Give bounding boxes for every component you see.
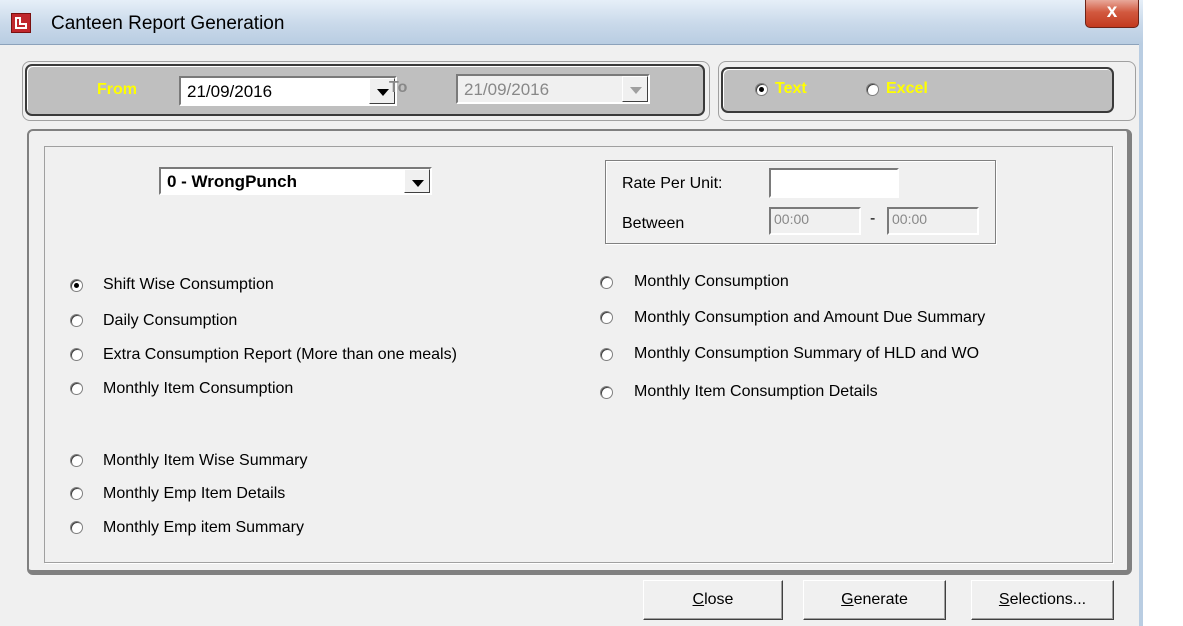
between-dash: - [870,210,876,227]
app-icon [11,13,31,33]
report-label-monthly-consumption-hld-wo[interactable]: Monthly Consumption Summary of HLD and W… [634,345,979,363]
between-label: Between [622,215,685,232]
excel-format-radio[interactable] [866,83,879,96]
close-button[interactable]: Close [643,580,783,620]
from-date-picker[interactable]: 21/09/2016 [179,76,397,106]
selections-button[interactable]: Selections... [971,580,1114,620]
report-radio-monthly-consumption-hld-wo[interactable] [600,348,613,361]
between-from-time-input[interactable]: 00:00 [769,207,861,235]
report-label-monthly-item-wise-summary[interactable]: Monthly Item Wise Summary [103,452,307,470]
generate-button-label: Generate [841,591,908,608]
from-date-value: 21/09/2016 [187,82,273,101]
text-format-label[interactable]: Text [775,80,807,98]
generate-button[interactable]: Generate [803,580,946,620]
text-format-radio[interactable] [755,83,768,96]
from-label: From [97,81,137,98]
to-label: To [389,79,408,96]
close-icon: x [1106,1,1118,22]
report-radio-monthly-item-consumption[interactable] [70,382,83,395]
report-radio-monthly-emp-item-details[interactable] [70,487,83,500]
report-label-monthly-item-consumption[interactable]: Monthly Item Consumption [103,380,293,398]
report-label-daily-consumption[interactable]: Daily Consumption [103,312,237,330]
report-radio-shift-wise-consumption[interactable] [70,279,83,292]
report-label-monthly-consumption-amount-due[interactable]: Monthly Consumption and Amount Due Summa… [634,309,985,327]
selections-button-label: Selections... [998,591,1087,608]
rate-per-unit-input[interactable] [769,168,899,198]
report-label-monthly-consumption[interactable]: Monthly Consumption [634,273,789,291]
output-format-group: Text Excel [721,67,1114,113]
between-from-time-value: 00:00 [774,211,810,227]
window-frame [1139,44,1143,626]
excel-format-label[interactable]: Excel [886,80,928,98]
report-radio-monthly-consumption[interactable] [600,276,613,289]
punch-type-select[interactable]: 0 - WrongPunch [159,167,432,195]
chevron-down-icon[interactable] [404,169,430,193]
report-label-shift-wise-consumption[interactable]: Shift Wise Consumption [103,276,274,294]
between-to-time-input[interactable]: 00:00 [887,207,979,235]
window-title: Canteen Report Generation [51,13,285,34]
report-radio-extra-consumption[interactable] [70,348,83,361]
close-button-label: Close [692,591,734,608]
punch-type-value: 0 - WrongPunch [167,172,298,191]
report-radio-monthly-item-consumption-details[interactable] [600,386,613,399]
report-radio-monthly-emp-item-summary[interactable] [70,521,83,534]
report-label-monthly-item-consumption-details[interactable]: Monthly Item Consumption Details [634,383,878,401]
window-close-button[interactable]: x [1085,0,1139,28]
rate-per-unit-label: Rate Per Unit: [622,175,723,192]
date-range-group: From 21/09/2016 To 21/09/2016 [25,64,705,116]
to-date-value: 21/09/2016 [464,80,550,99]
report-label-monthly-emp-item-summary[interactable]: Monthly Emp item Summary [103,519,304,537]
to-date-picker[interactable]: 21/09/2016 [456,74,650,104]
report-radio-monthly-item-wise-summary[interactable] [70,454,83,467]
between-to-time-value: 00:00 [892,211,928,227]
dialog-window: Canteen Report Generation x From 21/09/2… [0,0,1143,626]
chevron-down-icon[interactable] [622,76,648,102]
report-label-extra-consumption[interactable]: Extra Consumption Report (More than one … [103,346,457,364]
title-bar[interactable]: Canteen Report Generation x [0,0,1143,45]
report-radio-daily-consumption[interactable] [70,314,83,327]
report-radio-monthly-consumption-amount-due[interactable] [600,311,613,324]
report-label-monthly-emp-item-details[interactable]: Monthly Emp Item Details [103,485,285,503]
